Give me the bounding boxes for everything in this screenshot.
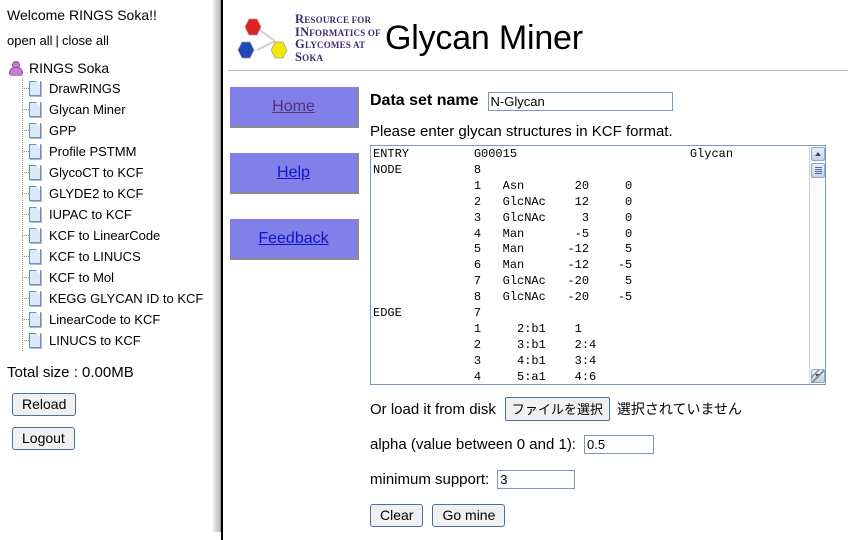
sidebar-item-linearcode-to-kcf[interactable]: LinearCode to KCF (19, 309, 212, 330)
kcf-textarea-wrapper (370, 145, 826, 385)
sidebar-buttons: Reload Logout (0, 381, 212, 450)
sidebar-item-label: KCF to LinearCode (49, 228, 161, 243)
form-column: Data set name Please enter glycan struct… (369, 87, 853, 527)
alpha-input[interactable] (583, 434, 654, 454)
scrollbar-thumb[interactable] (811, 163, 825, 178)
sidebar-item-label: IUPAC to KCF (49, 207, 132, 222)
sidebar-item-label: KEGG GLYCAN ID to KCF (49, 291, 204, 306)
glycan-hexagons-icon (237, 18, 288, 59)
file-upload-label: Or load it from disk (370, 400, 496, 418)
document-icon (29, 81, 42, 96)
document-icon (29, 102, 42, 117)
sidebar-item-profile-pstmm[interactable]: Profile PSTMM (19, 141, 212, 162)
sidebar: Welcome RINGS Soka!! open all | close all … (0, 0, 212, 540)
main-content: RESOURCE FOR INFORMATICS OF GLYCOMES AT … (223, 0, 853, 540)
minimum-support-row: minimum support: (370, 468, 853, 490)
kcf-instruction: Please enter glycan structures in KCF fo… (370, 123, 673, 140)
page-title: Glycan Miner (385, 18, 583, 57)
dataset-name-row: Data set name (370, 88, 853, 114)
choose-file-button[interactable]: ファイルを選択 (504, 397, 610, 421)
tree-root-node[interactable]: RINGS Soka (7, 58, 212, 78)
sidebar-item-label: LINUCS to KCF (49, 333, 141, 348)
logo-line-2: GLYCOMES AT (295, 37, 366, 51)
sidebar-item-label: DrawRINGS (49, 81, 121, 96)
minimum-support-input[interactable] (497, 469, 576, 489)
sidebar-item-glycan-miner[interactable]: Glycan Miner (19, 99, 212, 120)
action-buttons-row: Clear Go mine (370, 504, 853, 527)
kcf-scrollbar[interactable] (809, 146, 825, 384)
logout-button[interactable]: Logout (12, 427, 75, 450)
sidebar-item-iupac-to-kcf[interactable]: IUPAC to KCF (19, 204, 212, 225)
close-all-link[interactable]: close all (62, 33, 109, 48)
nav-feedback-button[interactable]: Feedback (230, 219, 359, 260)
sidebar-item-kcf-to-linucs[interactable]: KCF to LINUCS (19, 246, 212, 267)
welcome-message: Welcome RINGS Soka!! (7, 7, 157, 23)
document-icon (29, 291, 42, 306)
dataset-name-label: Data set name (370, 92, 479, 109)
alpha-row: alpha (value between 0 and 1): (370, 433, 853, 455)
nav-home-button[interactable]: Home (230, 87, 359, 128)
sidebar-item-label: KCF to Mol (49, 270, 115, 285)
kcf-textarea[interactable] (371, 146, 809, 384)
sidebar-item-label: GlycoCT to KCF (49, 165, 144, 180)
sidebar-item-linucs-to-kcf[interactable]: LINUCS to KCF (19, 330, 212, 351)
total-size-label: Total size : 0.00MB (7, 364, 134, 381)
rings-acronym-text: RESOURCE FOR INFORMATICS OF GLYCOMES AT … (295, 13, 381, 64)
document-icon (29, 270, 42, 285)
file-status-text: 選択されていません (616, 401, 743, 417)
tree-root-label: RINGS Soka (29, 60, 110, 76)
document-icon (29, 207, 42, 222)
tree-controls: open all | close all (0, 24, 212, 48)
alpha-label: alpha (value between 0 and 1): (370, 435, 576, 453)
document-icon (29, 165, 42, 180)
open-all-link[interactable]: open all (7, 33, 53, 48)
sidebar-item-kcf-to-mol[interactable]: KCF to Mol (19, 267, 212, 288)
document-icon (29, 144, 42, 159)
document-icon (29, 249, 42, 264)
sidebar-item-glyde2-to-kcf[interactable]: GLYDE2 to KCF (19, 183, 212, 204)
sidebar-item-label: GPP (49, 123, 77, 138)
content-area: Home Help Feedback Data set name Please … (223, 71, 853, 527)
sidebar-item-drawrings[interactable]: DrawRINGS (19, 78, 212, 99)
sidebar-item-kegg-glycan-id-to-kcf[interactable]: KEGG GLYCAN ID to KCF (19, 288, 212, 309)
file-upload-row: Or load it from disk ファイルを選択 選択されていません (370, 397, 853, 421)
user-icon (7, 60, 23, 76)
reload-button[interactable]: Reload (12, 393, 77, 416)
sidebar-item-gpp[interactable]: GPP (19, 120, 212, 141)
go-mine-button[interactable]: Go mine (432, 504, 506, 527)
sidebar-item-kcf-to-linearcode[interactable]: KCF to LinearCode (19, 225, 212, 246)
minimum-support-label: minimum support: (370, 470, 490, 488)
control-separator: | (55, 33, 59, 48)
dataset-name-input[interactable] (487, 91, 673, 111)
clear-button[interactable]: Clear (370, 504, 424, 527)
rings-logo: RESOURCE FOR INFORMATICS OF GLYCOMES AT … (231, 10, 381, 66)
tree-children: DrawRINGS Glycan Miner GPP Profile PSTMM Gly… (19, 78, 212, 351)
document-icon (29, 312, 42, 327)
nav-column: Home Help Feedback (223, 87, 369, 527)
sidebar-item-label: GLYDE2 to KCF (49, 186, 144, 201)
document-icon (29, 186, 42, 201)
sidebar-item-glycoct-to-kcf[interactable]: GlycoCT to KCF (19, 162, 212, 183)
scroll-up-icon[interactable] (811, 147, 825, 161)
sidebar-item-label: Profile PSTMM (49, 144, 137, 159)
sidebar-item-label: KCF to LINUCS (49, 249, 141, 264)
document-icon (29, 333, 42, 348)
document-icon (29, 123, 42, 138)
document-icon (29, 228, 42, 243)
scrollbar-track[interactable] (811, 179, 824, 368)
logo-line-1: INFORMATICS OF (295, 24, 381, 39)
logo-line-3: SOKA (295, 49, 324, 64)
resize-grip-icon[interactable] (811, 370, 824, 383)
sidebar-item-label: Glycan Miner (49, 102, 126, 117)
nav-help-button[interactable]: Help (230, 153, 359, 194)
sidebar-scrollbar[interactable] (212, 0, 221, 532)
page-header: RESOURCE FOR INFORMATICS OF GLYCOMES AT … (223, 0, 853, 68)
service-tree: RINGS Soka DrawRINGS Glycan Miner GPP Profi… (0, 58, 212, 351)
sidebar-item-label: LinearCode to KCF (49, 312, 161, 327)
